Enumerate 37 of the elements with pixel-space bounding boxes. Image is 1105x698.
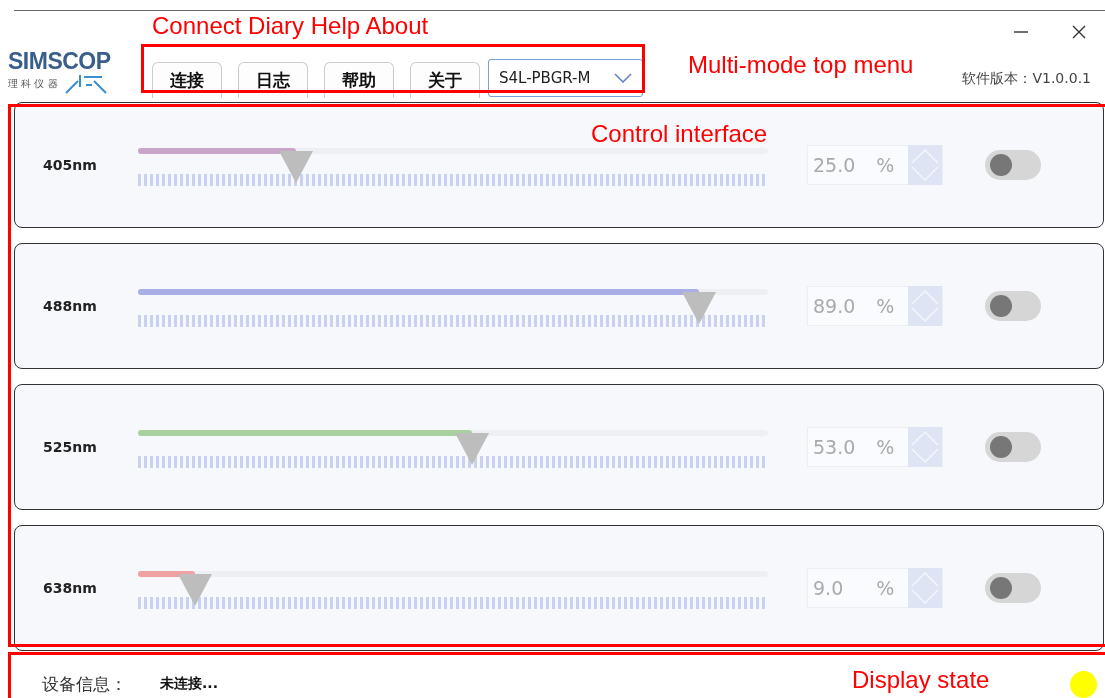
device-info-label: 设备信息： bbox=[42, 672, 128, 696]
step-down-icon[interactable] bbox=[908, 165, 942, 185]
step-down-icon[interactable] bbox=[908, 306, 942, 326]
device-status-text: 未连接... bbox=[160, 675, 218, 693]
model-dropdown[interactable]: S4L-PBGR-M bbox=[488, 59, 643, 97]
logo-mark-icon bbox=[63, 73, 108, 95]
step-up-icon[interactable] bbox=[908, 568, 942, 588]
brand-subtitle: 理 科 仪 器 bbox=[8, 77, 58, 91]
annotation-label: Control interface bbox=[591, 120, 768, 148]
annotation-label: Connect Diary Help About bbox=[152, 12, 429, 40]
slider[interactable] bbox=[138, 571, 768, 607]
slider-thumb[interactable] bbox=[454, 433, 489, 465]
slider-thumb[interactable] bbox=[278, 151, 313, 183]
annotation-label: Display state bbox=[852, 666, 990, 694]
version-text: 软件版本：V1.0.0.1 bbox=[962, 70, 1091, 88]
slider[interactable] bbox=[138, 289, 768, 325]
annotation-label: Multi-mode top menu bbox=[688, 51, 914, 79]
wavelength-label: 488nm bbox=[42, 298, 98, 314]
wavelength-label: 638nm bbox=[42, 580, 98, 596]
step-up-icon[interactable] bbox=[908, 145, 942, 165]
chevron-down-icon bbox=[614, 73, 632, 83]
slider-thumb[interactable] bbox=[681, 292, 716, 324]
slider[interactable] bbox=[138, 430, 768, 466]
wavelength-label: 405nm bbox=[42, 157, 98, 173]
step-up-icon[interactable] bbox=[908, 286, 942, 306]
toggle-switch[interactable] bbox=[985, 291, 1041, 321]
slider-thumb[interactable] bbox=[177, 574, 212, 606]
toggle-switch[interactable] bbox=[985, 573, 1041, 603]
toggle-switch[interactable] bbox=[985, 150, 1041, 180]
brand-logo-text: SIMSCOP bbox=[8, 49, 112, 73]
step-down-icon[interactable] bbox=[908, 447, 942, 467]
step-up-icon[interactable] bbox=[908, 427, 942, 447]
toggle-switch[interactable] bbox=[985, 432, 1041, 462]
step-down-icon[interactable] bbox=[908, 588, 942, 608]
wavelength-label: 525nm bbox=[42, 439, 98, 455]
slider[interactable] bbox=[138, 148, 768, 184]
close-icon[interactable] bbox=[1071, 23, 1087, 40]
